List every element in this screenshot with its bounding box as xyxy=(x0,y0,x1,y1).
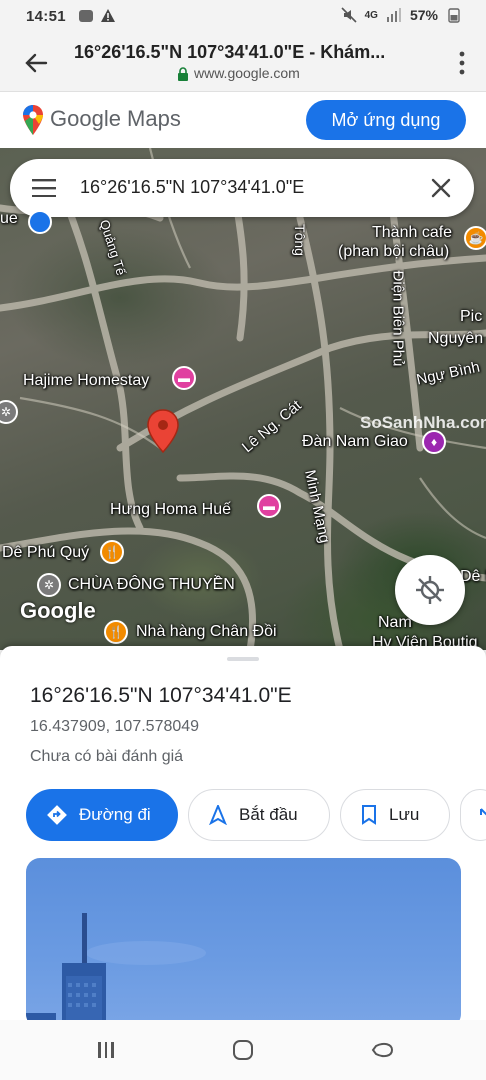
cafe-icon[interactable]: ☕ xyxy=(464,226,486,250)
street-view-scene xyxy=(26,913,206,1020)
temple-icon[interactable]: ♦ xyxy=(422,430,446,454)
map-view[interactable]: 16°26'16.5"N 107°34'41.0"E Thành cafe (p… xyxy=(0,148,486,650)
share-icon xyxy=(480,808,486,816)
menu-icon[interactable] xyxy=(32,179,56,197)
google-logo: Google xyxy=(20,598,96,623)
battery-percent: 57% xyxy=(409,7,438,23)
map-label[interactable]: Đàn Nam Giao xyxy=(302,433,408,451)
restaurant-icon[interactable]: 🍴 xyxy=(100,540,124,564)
page-title: 16°26'16.5"N 107°34'41.0"E - Khám... xyxy=(74,42,386,62)
back-arrow-icon[interactable] xyxy=(22,49,50,77)
navigation-icon xyxy=(209,805,227,825)
google-maps-logo-icon xyxy=(23,105,43,135)
action-buttons: Đường đi Bắt đầu Lưu xyxy=(26,789,486,841)
signal-icon xyxy=(386,8,401,22)
map-label: Điện Biên Phủ xyxy=(389,270,407,367)
place-sheet[interactable]: 16°26'16.5"N 107°34'41.0"E 16.437909, 10… xyxy=(0,646,486,1020)
maps-header: Google Maps Mở ứng dụng xyxy=(0,92,486,148)
browser-toolbar: 16°26'16.5"N 107°34'41.0"E - Khám... www… xyxy=(0,34,486,92)
mute-icon xyxy=(341,7,357,23)
status-time: 14:51 xyxy=(26,8,66,25)
recent-apps-icon[interactable] xyxy=(94,1038,120,1062)
hotel-icon[interactable]: ▬ xyxy=(172,366,196,390)
dharma-wheel-icon[interactable]: ✲ xyxy=(37,573,61,597)
place-title: 16°26'16.5"N 107°34'41.0"E xyxy=(30,684,292,707)
search-query[interactable]: 16°26'16.5"N 107°34'41.0"E xyxy=(80,177,304,198)
street-view-image[interactable] xyxy=(26,858,461,1020)
url-text[interactable]: www.google.com xyxy=(194,65,300,81)
watermark: SoSanhNha.com xyxy=(360,413,486,432)
drag-handle[interactable] xyxy=(227,657,259,661)
open-app-button[interactable]: Mở ứng dụng xyxy=(306,100,466,140)
lock-icon xyxy=(178,67,188,81)
recenter-button[interactable] xyxy=(395,555,465,625)
hotel-icon[interactable]: ▬ xyxy=(257,494,281,518)
status-bar: 14:51 4G 57% xyxy=(0,0,486,34)
close-icon[interactable] xyxy=(430,177,452,199)
search-bar[interactable]: 16°26'16.5"N 107°34'41.0"E xyxy=(10,159,474,217)
start-label: Bắt đầu xyxy=(239,805,298,824)
system-navigation-bar xyxy=(0,1020,486,1080)
place-reviews: Chưa có bài đánh giá xyxy=(30,748,184,765)
map-label[interactable]: Dê Phú Quý xyxy=(2,544,89,562)
map-label: ue xyxy=(0,210,18,227)
network-type: 4G xyxy=(364,9,378,21)
map-label[interactable]: Thành cafe xyxy=(372,224,452,242)
directions-label: Đường đi xyxy=(79,805,151,824)
place-coordinates: 16.437909, 107.578049 xyxy=(30,718,200,735)
home-icon[interactable] xyxy=(230,1038,256,1062)
battery-icon xyxy=(448,8,460,23)
system-icons: 4G 57% xyxy=(341,7,462,23)
back-icon[interactable] xyxy=(370,1038,396,1062)
location-off-icon xyxy=(416,576,444,604)
notification-icons xyxy=(78,8,116,24)
map-label: Tông xyxy=(291,224,308,256)
map-label: Pic xyxy=(460,308,483,325)
share-button[interactable] xyxy=(460,789,486,841)
map-label[interactable]: CHÙA ĐÔNG THUYỀN xyxy=(68,576,235,594)
directions-button[interactable]: Đường đi xyxy=(26,789,178,841)
more-vert-icon[interactable] xyxy=(458,50,466,76)
map-label[interactable]: (phan bội châu) xyxy=(338,243,449,261)
map-label[interactable]: Nhà hàng Chân Đồi xyxy=(136,623,277,641)
brand-name: Google Maps xyxy=(50,106,181,131)
zalo-icon xyxy=(79,10,93,22)
map-label[interactable]: Hưng Homa Huế xyxy=(110,501,231,519)
location-pin-icon xyxy=(147,409,179,454)
start-button[interactable]: Bắt đầu xyxy=(188,789,330,841)
restaurant-icon[interactable]: 🍴 xyxy=(104,620,128,644)
save-button[interactable]: Lưu xyxy=(340,789,450,841)
warning-icon xyxy=(101,9,115,22)
place-marker-icon[interactable] xyxy=(28,210,52,234)
bookmark-icon xyxy=(362,805,376,825)
save-label: Lưu xyxy=(389,805,420,824)
directions-icon xyxy=(47,805,67,825)
map-label: Nguyên xyxy=(428,330,484,347)
map-label[interactable]: Hajime Homestay xyxy=(23,372,149,390)
